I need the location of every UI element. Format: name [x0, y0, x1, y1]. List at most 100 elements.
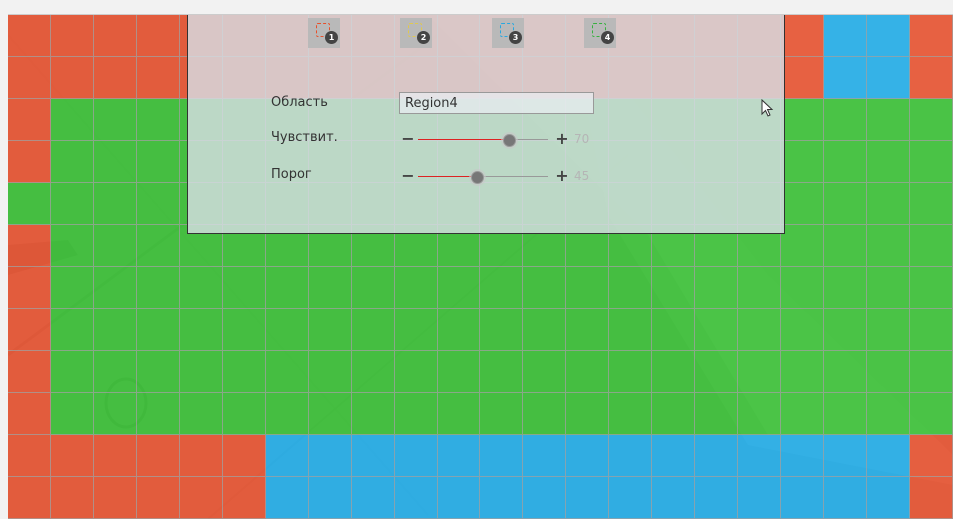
grid-cell[interactable] [910, 267, 953, 309]
grid-cell[interactable] [437, 477, 481, 519]
grid-cell[interactable] [8, 435, 51, 477]
grid-cell[interactable] [93, 477, 137, 519]
grid-cell[interactable] [437, 393, 481, 435]
grid-cell[interactable] [867, 225, 911, 267]
grid-cell[interactable] [8, 477, 51, 519]
sensitivity-track[interactable] [418, 134, 548, 147]
grid-cell[interactable] [910, 183, 953, 225]
grid-cell[interactable] [308, 351, 352, 393]
grid-cell[interactable] [609, 393, 653, 435]
grid-cell[interactable] [308, 435, 352, 477]
grid-cell[interactable] [566, 435, 610, 477]
grid-cell[interactable] [136, 267, 180, 309]
grid-cell[interactable] [523, 435, 567, 477]
grid-cell[interactable] [8, 141, 51, 183]
grid-cell[interactable] [609, 435, 653, 477]
grid-cell[interactable] [136, 435, 180, 477]
grid-cell[interactable] [93, 141, 137, 183]
grid-cell[interactable] [695, 393, 739, 435]
grid-cell[interactable] [480, 309, 524, 351]
grid-cell[interactable] [867, 57, 911, 99]
grid-cell[interactable] [867, 99, 911, 141]
grid-cell[interactable] [93, 393, 137, 435]
grid-cell[interactable] [523, 267, 567, 309]
grid-cell[interactable] [910, 99, 953, 141]
threshold-increase-button[interactable]: + [555, 168, 569, 184]
grid-cell[interactable] [437, 267, 481, 309]
grid-cell[interactable] [910, 57, 953, 99]
grid-cell[interactable] [910, 225, 953, 267]
grid-cell[interactable] [867, 435, 911, 477]
grid-cell[interactable] [8, 351, 51, 393]
grid-cell[interactable] [910, 477, 953, 519]
grid-cell[interactable] [910, 393, 953, 435]
grid-cell[interactable] [824, 309, 868, 351]
grid-cell[interactable] [824, 57, 868, 99]
grid-cell[interactable] [394, 267, 438, 309]
grid-cell[interactable] [222, 351, 266, 393]
region-2-button[interactable]: 2 [400, 18, 432, 48]
grid-cell[interactable] [351, 477, 395, 519]
grid-cell[interactable] [867, 183, 911, 225]
grid-cell[interactable] [738, 267, 782, 309]
grid-cell[interactable] [93, 225, 137, 267]
grid-cell[interactable] [781, 183, 825, 225]
grid-cell[interactable] [179, 435, 223, 477]
grid-cell[interactable] [93, 309, 137, 351]
grid-cell[interactable] [8, 393, 51, 435]
grid-cell[interactable] [50, 99, 94, 141]
grid-cell[interactable] [394, 351, 438, 393]
grid-cell[interactable] [351, 351, 395, 393]
grid-cell[interactable] [867, 141, 911, 183]
grid-cell[interactable] [652, 477, 696, 519]
grid-cell[interactable] [738, 435, 782, 477]
grid-cell[interactable] [652, 435, 696, 477]
grid-cell[interactable] [867, 267, 911, 309]
grid-cell[interactable] [50, 435, 94, 477]
grid-cell[interactable] [351, 309, 395, 351]
grid-cell[interactable] [523, 309, 567, 351]
grid-cell[interactable] [394, 435, 438, 477]
sensitivity-decrease-button[interactable]: − [401, 131, 415, 147]
grid-cell[interactable] [93, 15, 137, 57]
grid-cell[interactable] [781, 15, 825, 57]
grid-cell[interactable] [566, 267, 610, 309]
grid-cell[interactable] [738, 309, 782, 351]
threshold-slider[interactable]: − + 45 [399, 168, 599, 186]
grid-cell[interactable] [136, 141, 180, 183]
grid-cell[interactable] [824, 267, 868, 309]
grid-cell[interactable] [609, 477, 653, 519]
grid-cell[interactable] [265, 309, 309, 351]
grid-cell[interactable] [93, 183, 137, 225]
grid-cell[interactable] [781, 393, 825, 435]
grid-cell[interactable] [136, 183, 180, 225]
grid-cell[interactable] [781, 351, 825, 393]
grid-cell[interactable] [738, 393, 782, 435]
grid-cell[interactable] [50, 477, 94, 519]
grid-cell[interactable] [265, 393, 309, 435]
sensitivity-increase-button[interactable]: + [555, 131, 569, 147]
grid-cell[interactable] [93, 57, 137, 99]
grid-cell[interactable] [50, 225, 94, 267]
grid-cell[interactable] [179, 477, 223, 519]
grid-cell[interactable] [50, 15, 94, 57]
grid-cell[interactable] [609, 267, 653, 309]
grid-cell[interactable] [652, 309, 696, 351]
grid-cell[interactable] [609, 309, 653, 351]
grid-cell[interactable] [781, 477, 825, 519]
grid-cell[interactable] [609, 351, 653, 393]
grid-cell[interactable] [695, 435, 739, 477]
grid-cell[interactable] [179, 351, 223, 393]
grid-cell[interactable] [136, 477, 180, 519]
grid-cell[interactable] [437, 435, 481, 477]
grid-cell[interactable] [695, 309, 739, 351]
grid-cell[interactable] [910, 435, 953, 477]
grid-cell[interactable] [8, 15, 51, 57]
grid-cell[interactable] [480, 267, 524, 309]
grid-cell[interactable] [8, 183, 51, 225]
grid-cell[interactable] [523, 393, 567, 435]
grid-cell[interactable] [8, 267, 51, 309]
sensitivity-slider[interactable]: − + 70 [399, 131, 599, 149]
grid-cell[interactable] [50, 351, 94, 393]
grid-cell[interactable] [136, 57, 180, 99]
